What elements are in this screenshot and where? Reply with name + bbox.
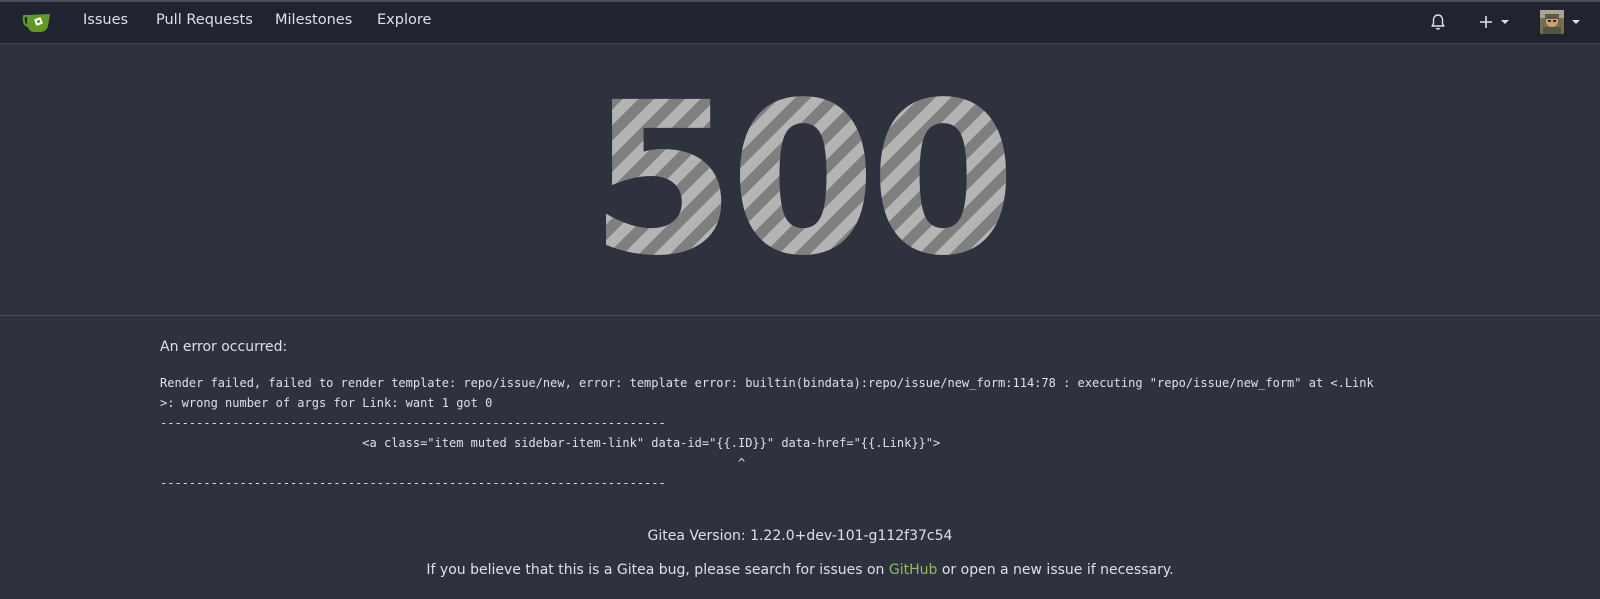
top-navbar: Issues Pull Requests Milestones Explore <box>0 0 1600 44</box>
bug-report-prefix: If you believe that this is a Gitea bug,… <box>426 562 889 578</box>
error-hero: 500 <box>0 44 1600 316</box>
error-content: An error occurred: Render failed, failed… <box>160 339 1440 490</box>
error-details: Render failed, failed to render template… <box>160 376 1374 490</box>
gitea-version: Gitea Version: 1.22.0+dev-101-g112f37c54 <box>647 528 953 544</box>
error-code: 500 <box>590 84 1010 284</box>
plus-icon <box>1480 16 1492 28</box>
user-menu-dropdown[interactable] <box>1540 10 1580 34</box>
error-heading: An error occurred: <box>160 339 288 355</box>
bell-icon <box>1431 14 1445 30</box>
gitea-logo-icon[interactable] <box>22 11 52 33</box>
notifications-button[interactable] <box>1430 10 1446 34</box>
nav-explore[interactable]: Explore <box>377 12 431 28</box>
bug-report-suffix: or open a new issue if necessary. <box>937 562 1174 578</box>
nav-issues[interactable]: Issues <box>83 12 128 28</box>
create-new-dropdown[interactable] <box>1479 10 1509 34</box>
avatar <box>1540 10 1564 34</box>
chevron-down-icon <box>1501 20 1509 24</box>
nav-milestones[interactable]: Milestones <box>275 12 352 28</box>
bug-report-message: If you believe that this is a Gitea bug,… <box>0 562 1600 578</box>
nav-pull-requests[interactable]: Pull Requests <box>156 12 253 28</box>
chevron-down-icon <box>1572 20 1580 24</box>
error-code-graphic: 500 <box>590 84 1016 284</box>
github-link[interactable]: GitHub <box>889 562 938 578</box>
